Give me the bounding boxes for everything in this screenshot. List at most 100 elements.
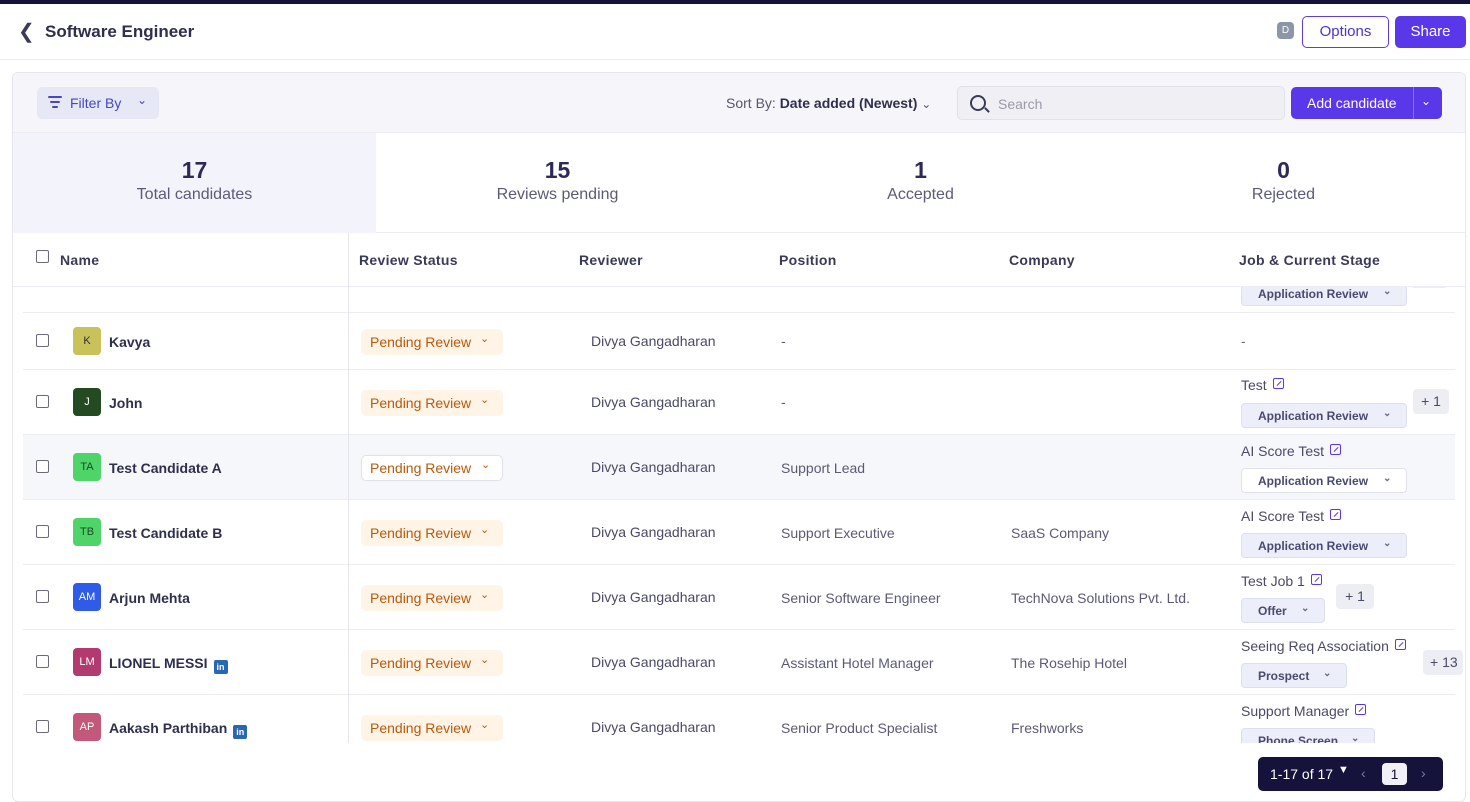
filter-label: Filter By — [70, 95, 122, 111]
next-page-icon[interactable]: › — [1421, 765, 1426, 781]
more-jobs-badge[interactable]: + 13 — [1423, 650, 1463, 675]
job-link[interactable]: AI Score Test — [1241, 508, 1342, 524]
current-page-button[interactable]: 1 — [1382, 763, 1407, 785]
column-position[interactable]: Position — [779, 252, 837, 268]
linkedin-icon[interactable]: in — [233, 725, 248, 739]
job-link[interactable]: Test Job 1 — [1241, 573, 1322, 589]
row-checkbox[interactable] — [36, 334, 49, 347]
chevron-down-icon: ⌄ — [1301, 603, 1310, 614]
job-link[interactable]: Support Manager — [1241, 703, 1367, 719]
stage-dropdown[interactable]: Offer ⌄ — [1241, 598, 1325, 623]
job-link[interactable]: Test — [1241, 377, 1284, 393]
stat-total-candidates[interactable]: 17 Total candidates — [13, 133, 376, 233]
position-text: Support Lead — [781, 460, 866, 476]
stat-label: Rejected — [1251, 186, 1316, 203]
column-review-status[interactable]: Review Status — [359, 252, 458, 268]
stat-label: Total candidates — [136, 186, 253, 203]
prev-page-icon[interactable]: ‹ — [1361, 765, 1366, 781]
table-body: Application Review ⌄ K Kavya Pending Rev… — [13, 287, 1465, 743]
stat-reviews-pending[interactable]: 15 Reviews pending — [376, 133, 739, 233]
review-status-dropdown[interactable]: Pending Review ⌄ — [361, 455, 503, 481]
table-row[interactable]: Application Review ⌄ — [23, 287, 1455, 313]
table-row[interactable]: K Kavya Pending Review ⌄ Divya Gangadhar… — [23, 313, 1455, 370]
company-text: TechNova Solutions Pvt. Ltd. — [1011, 590, 1190, 606]
review-status-dropdown[interactable]: Pending Review ⌄ — [361, 520, 503, 546]
share-button[interactable]: Share — [1395, 16, 1466, 48]
review-status-dropdown[interactable]: Pending Review ⌄ — [361, 585, 503, 611]
search-input[interactable] — [998, 93, 1268, 115]
user-avatar[interactable]: D — [1277, 22, 1294, 39]
external-link-icon[interactable] — [1355, 704, 1367, 715]
back-arrow-icon[interactable]: ❮ — [18, 22, 36, 42]
filter-by-button[interactable]: Filter By ⌄ — [37, 87, 159, 119]
stage-dropdown[interactable]: Application Review ⌄ — [1241, 468, 1407, 493]
stage-dropdown[interactable]: Phone Screen ⌄ — [1241, 728, 1375, 743]
column-job-current-stage[interactable]: Job & Current Stage — [1239, 252, 1380, 268]
select-all-checkbox[interactable] — [36, 250, 49, 263]
job-link[interactable]: AI Score Test — [1241, 443, 1342, 459]
row-checkbox[interactable] — [36, 590, 49, 603]
stage-dropdown[interactable]: Application Review ⌄ — [1241, 287, 1407, 306]
reviewer-name: Divya Gangadharan — [591, 654, 716, 670]
external-link-icon[interactable] — [1394, 639, 1406, 650]
position-text: - — [781, 394, 786, 410]
candidate-name[interactable]: Kavya — [109, 334, 150, 350]
row-checkbox[interactable] — [36, 655, 49, 668]
job-title: Test Job 1 — [1241, 573, 1305, 589]
linkedin-icon[interactable]: in — [213, 660, 228, 674]
review-status-dropdown[interactable]: Pending Review ⌄ — [361, 715, 503, 741]
external-link-icon[interactable] — [1330, 509, 1342, 520]
table-row[interactable]: AM Arjun Mehta Pending Review ⌄ Divya Ga… — [23, 565, 1455, 630]
caret-down-icon[interactable]: ▼ — [1338, 764, 1349, 776]
table-row[interactable]: AP Aakash Parthiban in Pending Review ⌄ D… — [23, 695, 1455, 743]
candidate-name[interactable]: John — [109, 395, 142, 411]
chevron-down-icon: ⌄ — [1351, 733, 1360, 743]
column-company[interactable]: Company — [1009, 252, 1075, 268]
candidate-name[interactable]: LIONEL MESSI — [109, 655, 208, 671]
chevron-down-icon: ⌄ — [1383, 408, 1392, 419]
external-link-icon[interactable] — [1310, 574, 1322, 585]
page-range[interactable]: 1-17 of 17 — [1270, 766, 1333, 782]
column-name[interactable]: Name — [60, 252, 99, 268]
review-status-dropdown[interactable]: Pending Review ⌄ — [361, 650, 503, 676]
chevron-down-icon[interactable]: ⌄ — [1421, 94, 1431, 108]
job-title: Support Manager — [1241, 703, 1350, 719]
more-jobs-badge[interactable]: + 1 — [1336, 584, 1374, 609]
job-link[interactable]: Seeing Req Association — [1241, 638, 1406, 654]
external-link-icon[interactable] — [1272, 378, 1284, 389]
chevron-down-icon: ⌄ — [480, 394, 490, 406]
review-status-dropdown[interactable]: Pending Review ⌄ — [361, 390, 503, 416]
stage-dropdown[interactable]: Application Review ⌄ — [1241, 403, 1407, 428]
job-title: Test — [1241, 377, 1267, 393]
stat-value: 0 — [1277, 157, 1290, 183]
table-row[interactable]: LM LIONEL MESSI in Pending Review ⌄ Divya… — [23, 630, 1463, 695]
stat-label: Accepted — [887, 186, 954, 203]
candidate-name[interactable]: Test Candidate B — [109, 525, 222, 541]
row-checkbox[interactable] — [36, 460, 49, 473]
row-checkbox[interactable] — [36, 525, 49, 538]
review-status-dropdown[interactable]: Pending Review ⌄ — [361, 329, 503, 355]
table-row[interactable]: TB Test Candidate B Pending Review ⌄ Div… — [23, 500, 1455, 565]
external-link-icon[interactable] — [1330, 444, 1342, 455]
candidate-name[interactable]: Test Candidate A — [109, 460, 222, 476]
table-row[interactable]: J John Pending Review ⌄ Divya Gangadhara… — [23, 370, 1455, 435]
add-candidate-button[interactable]: Add candidate ⌄ — [1291, 87, 1442, 119]
job-title: Seeing Req Association — [1241, 638, 1389, 654]
chevron-down-icon: ⌄ — [137, 93, 148, 107]
stage-label: Phone Screen — [1258, 734, 1339, 743]
candidate-name[interactable]: Arjun Mehta — [109, 590, 190, 606]
row-checkbox[interactable] — [36, 395, 49, 408]
stat-accepted[interactable]: 1 Accepted — [739, 133, 1102, 233]
sort-dropdown[interactable]: Sort By: Date added (Newest) ⌄ — [726, 95, 931, 111]
stage-dropdown[interactable]: Prospect ⌄ — [1241, 663, 1347, 688]
row-checkbox[interactable] — [36, 720, 49, 733]
candidate-name[interactable]: Aakash Parthiban — [109, 720, 227, 736]
column-reviewer[interactable]: Reviewer — [579, 252, 643, 268]
company-text: SaaS Company — [1011, 525, 1110, 541]
table-row[interactable]: TA Test Candidate A Pending Review ⌄ Div… — [23, 435, 1455, 500]
more-jobs-badge[interactable] — [1411, 287, 1447, 288]
options-button[interactable]: Options — [1302, 16, 1389, 48]
stage-dropdown[interactable]: Application Review ⌄ — [1241, 533, 1407, 558]
stat-rejected[interactable]: 0 Rejected — [1102, 133, 1465, 233]
more-jobs-badge[interactable]: + 1 — [1413, 389, 1449, 414]
